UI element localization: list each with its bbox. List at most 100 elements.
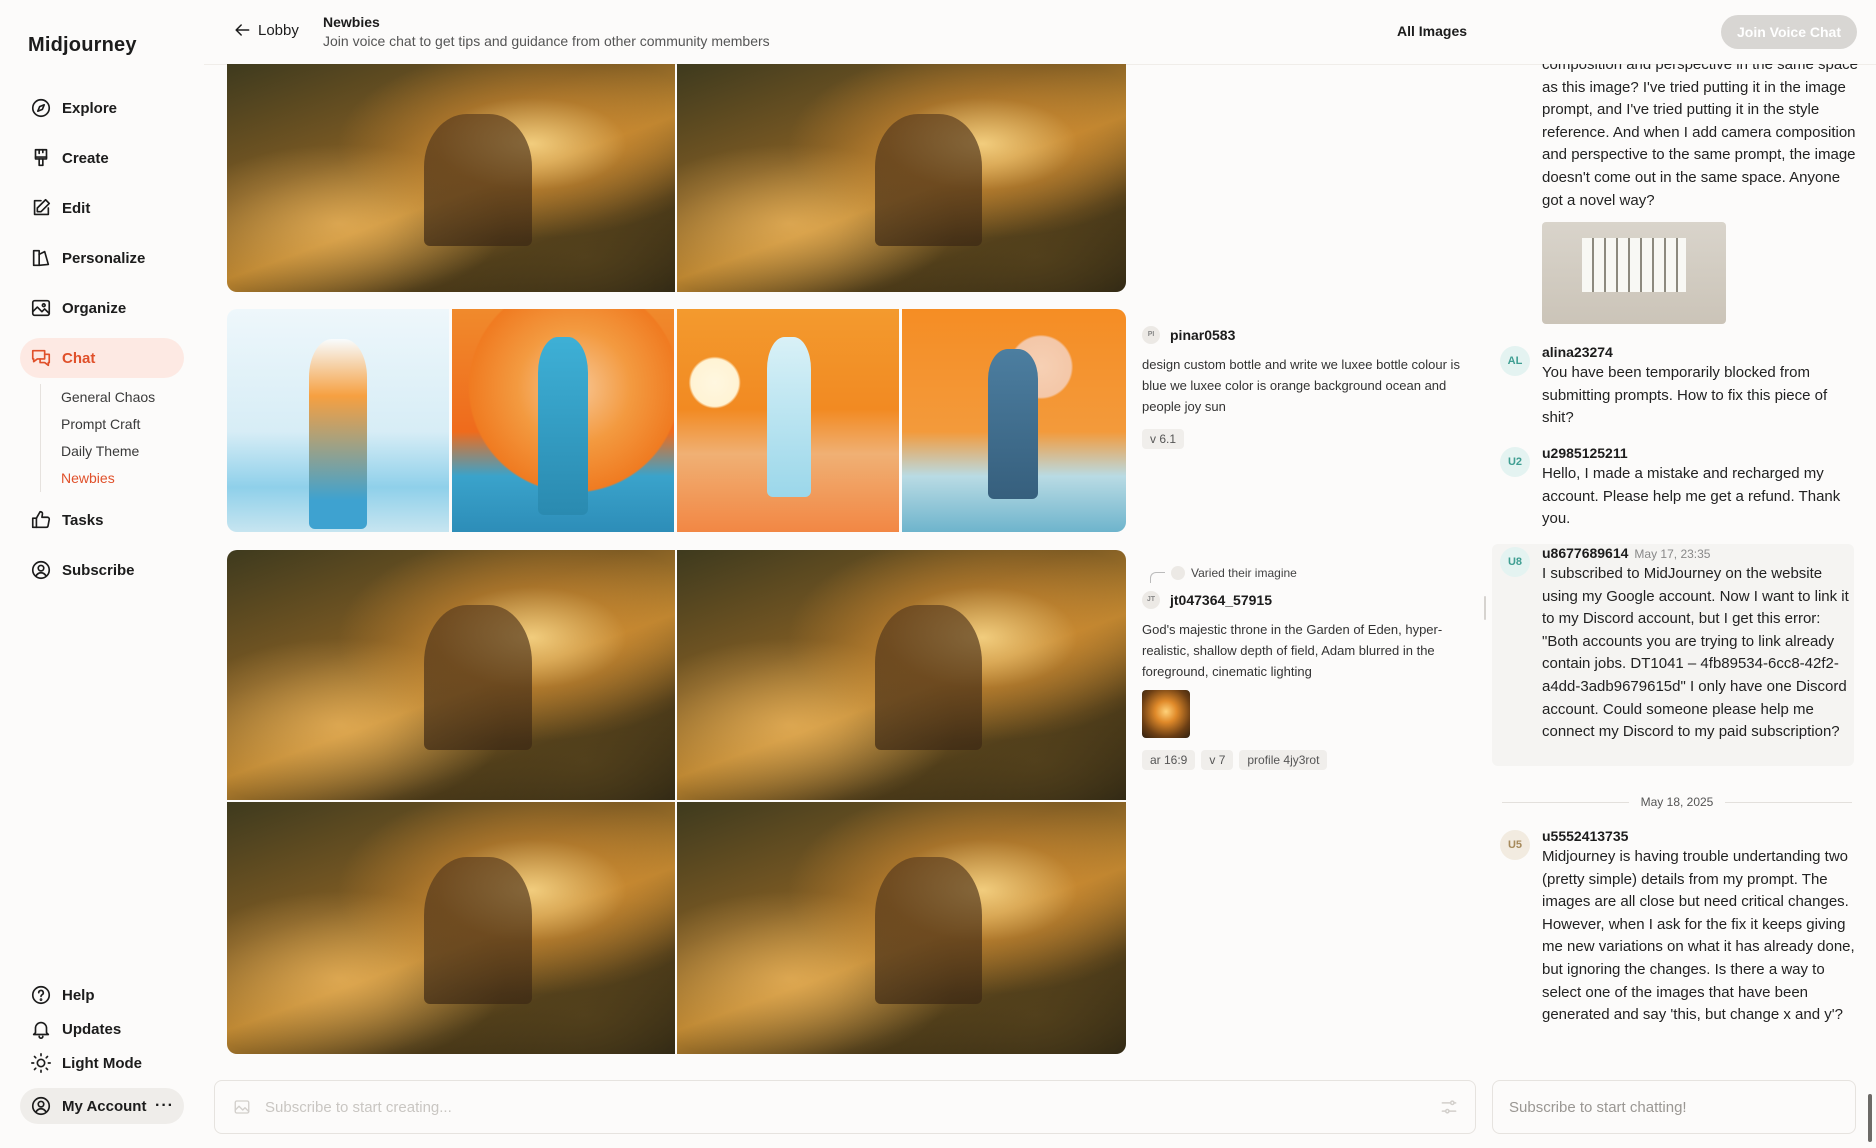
feed-user[interactable]: JT jt047364_57915 bbox=[1142, 591, 1460, 609]
bottle-shape bbox=[767, 337, 811, 497]
bell-icon bbox=[32, 1021, 50, 1039]
nav-edit[interactable]: Edit bbox=[20, 188, 184, 228]
param-chips: v 6.1 bbox=[1142, 429, 1460, 449]
nav-label: Explore bbox=[62, 99, 118, 117]
question-icon bbox=[31, 985, 51, 1005]
channel-general-chaos[interactable]: General Chaos bbox=[61, 384, 184, 411]
nav-label: Tasks bbox=[62, 511, 104, 529]
nav-personalize[interactable]: Personalize bbox=[20, 238, 184, 278]
nav-chat[interactable]: Chat bbox=[20, 338, 184, 378]
back-to-lobby-link[interactable]: Lobby bbox=[232, 20, 299, 40]
nav-tasks[interactable]: Tasks bbox=[20, 500, 184, 540]
feed-item-details: PI pinar0583 design custom bottle and wr… bbox=[1142, 326, 1460, 449]
generated-image[interactable] bbox=[902, 309, 1126, 532]
prompt-text: design custom bottle and write we luxee … bbox=[1142, 357, 1460, 414]
nav-label: Updates bbox=[62, 1020, 122, 1038]
panel-resize-handle[interactable] bbox=[1484, 596, 1486, 620]
channel-description: Join voice chat to get tips and guidance… bbox=[323, 33, 770, 49]
join-voice-chat-button[interactable]: Join Voice Chat bbox=[1721, 15, 1857, 49]
attached-image[interactable] bbox=[1542, 222, 1726, 325]
divider bbox=[1725, 801, 1852, 803]
feed-user[interactable]: PI pinar0583 bbox=[1142, 326, 1460, 344]
generated-image[interactable] bbox=[452, 309, 674, 532]
message-timestamp: May 17, 23:35 bbox=[1634, 547, 1711, 561]
image-icon[interactable] bbox=[233, 1098, 251, 1116]
username: jt047364_57915 bbox=[1170, 592, 1272, 608]
generated-image[interactable] bbox=[677, 550, 1126, 800]
generated-image[interactable] bbox=[677, 64, 1126, 292]
nav-organize[interactable]: Organize bbox=[20, 288, 184, 328]
scrollbar-thumb[interactable] bbox=[1868, 1094, 1872, 1142]
nav-label: Edit bbox=[62, 199, 91, 217]
nav-label: Personalize bbox=[62, 249, 146, 267]
generated-image[interactable] bbox=[227, 802, 675, 1054]
channel-daily-theme[interactable]: Daily Theme bbox=[61, 438, 184, 465]
bottle-shape bbox=[309, 339, 367, 529]
thumbs-up-icon bbox=[31, 510, 51, 529]
nav-updates[interactable]: Updates bbox=[20, 1014, 184, 1044]
settings-sliders-icon[interactable] bbox=[1439, 1097, 1459, 1117]
message-text: I subscribed to MidJourney on the websit… bbox=[1542, 565, 1849, 741]
bottle-shape bbox=[988, 349, 1038, 499]
varied-label: Varied their imagine bbox=[1191, 565, 1297, 580]
message-author[interactable]: alina23274 bbox=[1542, 344, 1858, 360]
param-chip[interactable]: profile 4jy3rot bbox=[1239, 750, 1328, 770]
param-chip[interactable]: ar 16:9 bbox=[1142, 750, 1196, 770]
avatar: PI bbox=[1142, 326, 1160, 344]
chat-input[interactable]: Subscribe to start chatting! bbox=[1492, 1080, 1856, 1134]
nav-explore[interactable]: Explore bbox=[20, 88, 184, 128]
param-chip[interactable]: v 7 bbox=[1201, 750, 1234, 770]
main-nav: Explore Create Edit Personalize Organize… bbox=[20, 88, 184, 600]
message-text: Hello, I made a mistake and recharged my… bbox=[1542, 465, 1841, 528]
nav-label: Organize bbox=[62, 299, 127, 317]
back-label: Lobby bbox=[258, 21, 299, 39]
message-text: composition and perspective in the same … bbox=[1542, 64, 1858, 209]
more-icon[interactable]: ··· bbox=[155, 1097, 174, 1115]
param-chip[interactable]: v 6.1 bbox=[1142, 429, 1185, 449]
avatar[interactable]: AL bbox=[1500, 346, 1530, 376]
avatar: JT bbox=[1142, 591, 1160, 609]
nav-light-mode[interactable]: Light Mode bbox=[20, 1048, 184, 1078]
message-text: You have been temporarily blocked from s… bbox=[1542, 364, 1828, 427]
prompt-placeholder: Subscribe to start creating... bbox=[265, 1098, 452, 1116]
message-body: composition and perspective in the same … bbox=[1542, 64, 1858, 325]
generated-image[interactable] bbox=[227, 64, 675, 292]
image-icon bbox=[31, 299, 51, 317]
nav-label: Light Mode bbox=[62, 1054, 142, 1072]
message-author[interactable]: u8677689614 May 17, 23:35 bbox=[1542, 545, 1858, 561]
message-body: alina23274 You have been temporarily blo… bbox=[1542, 344, 1858, 430]
message-author[interactable]: u5552413735 bbox=[1542, 828, 1858, 844]
user-circle-icon bbox=[31, 560, 51, 580]
all-images-link[interactable]: All Images bbox=[1397, 23, 1467, 39]
divider bbox=[1502, 801, 1629, 803]
chat-panel: composition and perspective in the same … bbox=[1490, 64, 1858, 1064]
reference-image-thumbnail[interactable] bbox=[1142, 690, 1190, 738]
app-logo[interactable]: Midjourney bbox=[28, 34, 137, 57]
chat-placeholder: Subscribe to start chatting! bbox=[1509, 1098, 1687, 1116]
reply-curve bbox=[1150, 572, 1165, 583]
generated-image[interactable] bbox=[227, 550, 675, 800]
generated-image[interactable] bbox=[677, 309, 899, 532]
nav-subscribe[interactable]: Subscribe bbox=[20, 550, 184, 590]
channel-prompt-craft[interactable]: Prompt Craft bbox=[61, 411, 184, 438]
avatar[interactable]: U2 bbox=[1500, 447, 1530, 477]
param-chips: ar 16:9 v 7 profile 4jy3rot bbox=[1142, 750, 1460, 770]
date-label: May 18, 2025 bbox=[1640, 795, 1714, 809]
sun-icon bbox=[31, 1053, 51, 1073]
my-account-button[interactable]: My Account ··· bbox=[20, 1088, 184, 1124]
message-author[interactable]: u2985125211 bbox=[1542, 445, 1858, 461]
username: pinar0583 bbox=[1170, 327, 1236, 343]
prompt-input[interactable]: Subscribe to start creating... bbox=[214, 1080, 1476, 1134]
nav-create[interactable]: Create bbox=[20, 138, 184, 178]
channel-newbies[interactable]: Newbies bbox=[61, 465, 184, 492]
message-text: Midjourney is having trouble undertandin… bbox=[1542, 848, 1855, 1024]
generated-image[interactable] bbox=[227, 309, 449, 532]
author-name: u8677689614 bbox=[1542, 545, 1629, 561]
avatar[interactable]: U5 bbox=[1500, 830, 1530, 860]
nav-label: Chat bbox=[62, 349, 96, 367]
nav-help[interactable]: Help bbox=[20, 980, 184, 1010]
nav-label: Subscribe bbox=[62, 561, 135, 579]
avatar[interactable]: U8 bbox=[1500, 547, 1530, 577]
chat-channel-list: General Chaos Prompt Craft Daily Theme N… bbox=[40, 384, 184, 492]
generated-image[interactable] bbox=[677, 802, 1126, 1054]
